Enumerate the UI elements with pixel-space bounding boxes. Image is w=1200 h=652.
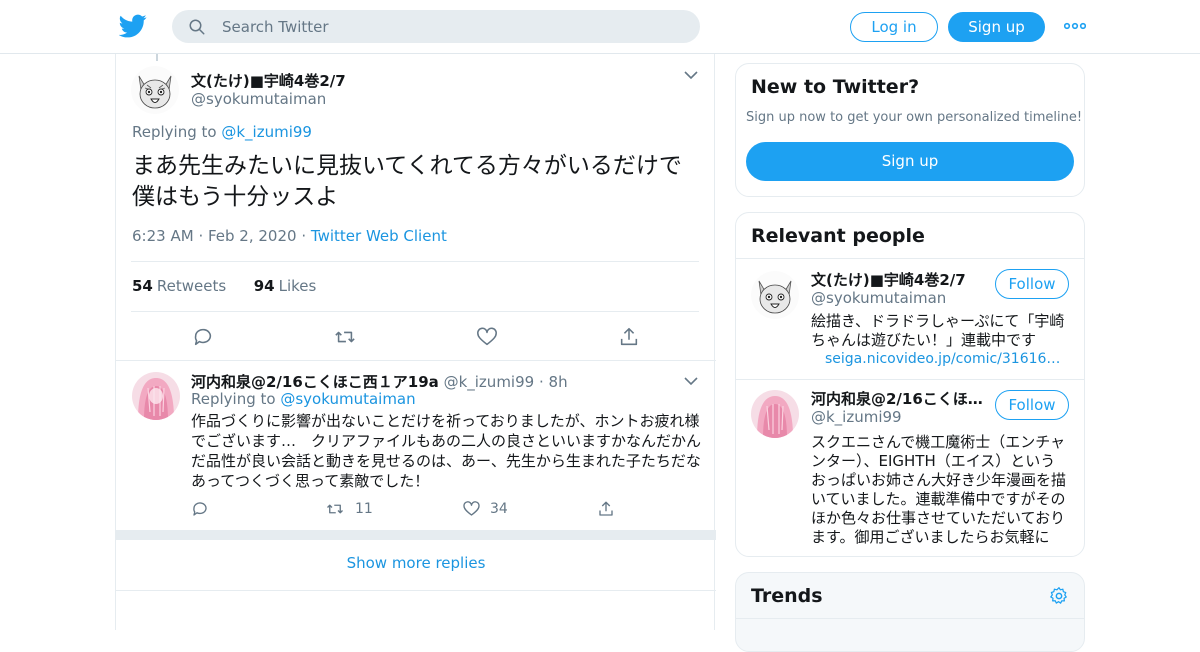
cat-avatar-icon: [751, 271, 799, 319]
share-icon[interactable]: [618, 326, 640, 348]
tweet-date[interactable]: Feb 2, 2020: [208, 227, 297, 245]
divider: [116, 360, 716, 361]
top-bar: Log in Sign up: [0, 0, 1200, 54]
main-timeline: 文(たけ)■宇崎4巻2/7 @syokumutaiman Replying to…: [115, 54, 716, 630]
likes-stat[interactable]: 94 Likes: [254, 277, 317, 295]
reply-retweet-count: 11: [355, 501, 373, 517]
tweet-meta: 6:23 AM · Feb 2, 2020 · Twitter Web Clie…: [132, 227, 447, 245]
reply-author-handle[interactable]: @k_izumi99: [444, 373, 535, 391]
show-more-replies-link[interactable]: Show more replies: [116, 554, 716, 572]
search-input[interactable]: [222, 10, 682, 43]
avatar[interactable]: [751, 390, 799, 438]
heart-icon[interactable]: [462, 500, 481, 518]
reply-text: 作品づくりに影響が出ないことだけを祈っておりましたが、ホントお疲れ様でございます…: [191, 412, 702, 490]
replying-mention-link[interactable]: @k_izumi99: [221, 123, 312, 141]
cat-avatar-icon: [131, 66, 179, 114]
retweets-count: 54: [132, 277, 153, 295]
person-item: 文(たけ)■宇崎4巻2/7 @syokumutaiman Follow 絵描き、…: [736, 258, 1084, 379]
trends-title: Trends: [751, 585, 823, 607]
replying-prefix: Replying to: [191, 390, 276, 408]
reply-actions: 11 34: [116, 500, 716, 520]
retweet-icon[interactable]: [325, 500, 345, 518]
share-icon[interactable]: [597, 500, 615, 518]
person-item: 河内和泉@2/16こくほこ… @k_izumi99 Follow スクエニさんで…: [736, 379, 1084, 556]
author-handle[interactable]: @syokumutaiman: [191, 90, 326, 108]
retweets-label: Retweets: [156, 277, 227, 295]
follow-button[interactable]: Follow: [995, 390, 1069, 420]
chevron-down-icon[interactable]: [684, 70, 698, 80]
search-box[interactable]: [172, 10, 700, 43]
new-to-twitter-card: New to Twitter? Sign up now to get your …: [735, 63, 1085, 197]
new-to-twitter-subtitle: Sign up now to get your own personalized…: [746, 110, 1083, 125]
tweet-time[interactable]: 6:23 AM: [132, 227, 194, 245]
divider: [736, 618, 1084, 619]
thread-connector: [156, 54, 158, 61]
search-icon: [189, 19, 205, 35]
person-bio: 絵描き、ドラドラしゃーぷにて「宇崎ちゃんは遊びたい！」連載中です: [811, 312, 1065, 349]
tweet-client-link[interactable]: Twitter Web Client: [311, 227, 447, 245]
person-handle[interactable]: @k_izumi99: [811, 408, 902, 426]
person-bio: スクエニさんで機工魔術士（エンチャンター）、EIGHTH（エイス）というおっぱい…: [811, 433, 1067, 546]
person-name[interactable]: 河内和泉@2/16こくほこ…: [811, 388, 991, 409]
reply-header: 河内和泉@2/16こくほこ西１ア19a @k_izumi99 · 8h: [191, 373, 568, 391]
twitter-bird-icon[interactable]: [119, 12, 147, 40]
author-name[interactable]: 文(たけ)■宇崎4巻2/7: [191, 70, 346, 91]
tweet-text: まあ先生みたいに見抜いてくれてる方々がいるだけで僕はもう十分ッスよ: [132, 153, 682, 210]
avatar[interactable]: [131, 66, 179, 114]
sidebar-signup-button[interactable]: Sign up: [746, 142, 1074, 181]
relevant-people-card: Relevant people 文(たけ)■宇崎4巻2/7 @syokumuta…: [735, 212, 1085, 557]
retweets-stat[interactable]: 54 Retweets: [132, 277, 226, 295]
likes-label: Likes: [278, 277, 317, 295]
avatar[interactable]: [751, 271, 799, 319]
relevant-people-title: Relevant people: [751, 225, 925, 247]
reply-icon[interactable]: [192, 326, 214, 348]
divider: [131, 311, 699, 312]
new-to-twitter-title: New to Twitter?: [751, 76, 920, 98]
avatar[interactable]: [132, 372, 180, 420]
signup-button[interactable]: Sign up: [948, 12, 1045, 42]
anime-girl-avatar-icon: [132, 372, 180, 420]
chevron-down-icon[interactable]: [684, 376, 698, 386]
trends-card: Trends: [735, 572, 1085, 652]
reply-replying-to: Replying to @syokumutaiman: [191, 390, 416, 408]
anime-girl-avatar-icon: [751, 390, 799, 438]
login-button[interactable]: Log in: [850, 12, 938, 42]
reply-author-name[interactable]: 河内和泉@2/16こくほこ西１ア19a: [191, 373, 439, 391]
person-bio-link[interactable]: seiga.nicovideo.jp/comic/31616?tr…: [825, 351, 1065, 367]
retweet-icon[interactable]: [334, 326, 356, 348]
section-divider: [116, 530, 716, 540]
replying-to: Replying to @k_izumi99: [132, 123, 312, 141]
tweet-actions: [116, 326, 716, 350]
person-handle[interactable]: @syokumutaiman: [811, 289, 946, 307]
heart-icon[interactable]: [476, 326, 498, 348]
reply-icon[interactable]: [191, 500, 209, 518]
follow-button[interactable]: Follow: [995, 269, 1069, 299]
reply-time[interactable]: 8h: [549, 373, 568, 391]
reply-like-count: 34: [490, 501, 508, 517]
tweet-stats: 54 Retweets 94 Likes: [132, 277, 316, 295]
likes-count: 94: [253, 277, 275, 295]
divider: [131, 261, 699, 262]
divider: [116, 590, 716, 591]
more-options-icon[interactable]: [1064, 18, 1086, 34]
gear-icon[interactable]: [1049, 586, 1069, 606]
replying-prefix: Replying to: [132, 123, 217, 141]
person-name[interactable]: 文(たけ)■宇崎4巻2/7: [811, 269, 991, 290]
replying-mention-link[interactable]: @syokumutaiman: [280, 390, 415, 408]
